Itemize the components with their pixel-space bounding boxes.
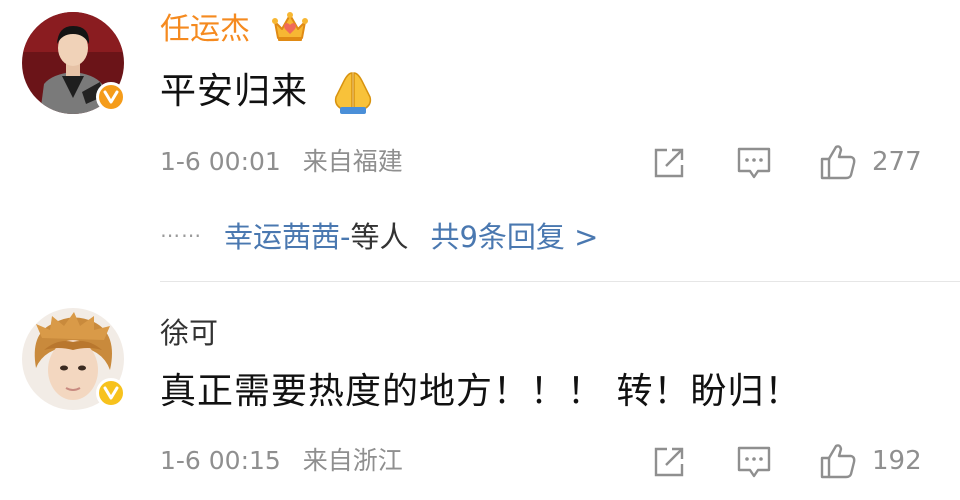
comment-bubble-icon: [737, 446, 771, 478]
comment-item: 徐可 真正需要热度的地方！！！ 转！盼归！ 1-6 00:15 来自浙江 192: [0, 283, 960, 500]
like-count: 277: [872, 147, 922, 177]
share-icon: [654, 148, 684, 178]
like-button[interactable]: 192: [818, 441, 922, 481]
view-replies-link[interactable]: 共9条回复 >: [430, 214, 598, 256]
verified-v-icon: [103, 90, 119, 104]
like-count: 192: [872, 446, 922, 476]
comment-time: 1-6 00:15: [160, 446, 281, 475]
comment-text: 平安归来: [160, 71, 309, 112]
username[interactable]: 任运杰: [160, 12, 250, 48]
replies-summary[interactable]: ⋯⋯ 幸运茜茜- 等人 共9条回复 >: [160, 215, 598, 255]
comment-location: 来自福建: [302, 147, 403, 176]
comment-meta: 1-6 00:15 来自浙江: [160, 446, 403, 476]
thumbs-up-icon: [820, 444, 856, 479]
verified-badge: [96, 378, 126, 408]
comment-location: 来自浙江: [302, 446, 403, 475]
verified-badge: [96, 82, 126, 112]
replies-names-link[interactable]: 幸运茜茜-: [224, 214, 350, 256]
share-icon: [654, 447, 684, 477]
comment-bubble-icon: [737, 147, 771, 179]
like-button[interactable]: 277: [818, 142, 922, 182]
crown-icon: [272, 12, 308, 41]
comment-button[interactable]: [736, 146, 772, 180]
comment-time: 1-6 00:01: [160, 147, 281, 176]
comment-meta: 1-6 00:01 来自福建: [160, 147, 403, 177]
replies-dots: ⋯⋯: [160, 223, 202, 247]
comment-text: 真正需要热度的地方！！！ 转！盼归！: [160, 371, 802, 412]
thumbs-up-icon: [820, 145, 856, 180]
comment-button[interactable]: [736, 445, 772, 479]
avatar[interactable]: [22, 308, 126, 410]
avatar[interactable]: [22, 12, 126, 114]
share-button[interactable]: [652, 146, 686, 180]
share-button[interactable]: [652, 445, 686, 479]
replies-etc: 等人: [350, 220, 409, 254]
praying-hands-icon: [334, 72, 372, 114]
divider: [160, 281, 960, 282]
comment-item: 任运杰 平安归来 1-6 00:01 来自福建 277 ⋯⋯ 幸运茜茜- 等人 …: [0, 0, 960, 282]
verified-v-icon: [103, 386, 119, 400]
username[interactable]: 徐可: [160, 315, 218, 351]
